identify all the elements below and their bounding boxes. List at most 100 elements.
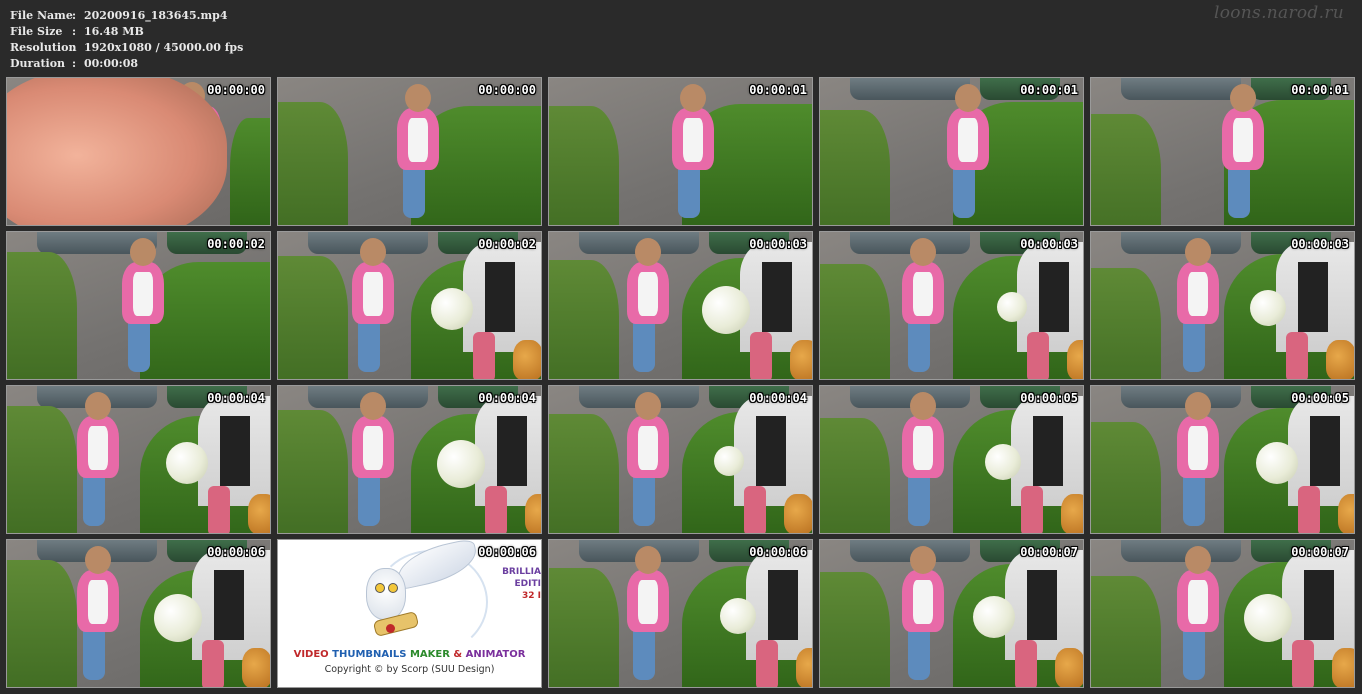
person-shirt <box>1027 570 1057 640</box>
girl-head <box>1185 392 1211 420</box>
video-frame <box>1091 78 1354 225</box>
grass-area <box>820 572 890 687</box>
white-balloon <box>1256 442 1298 484</box>
person-legs <box>1021 486 1043 533</box>
person-legs <box>202 640 224 687</box>
parked-car <box>1121 540 1241 562</box>
timestamp: 00:00:03 <box>1020 237 1078 251</box>
white-balloon <box>437 440 485 488</box>
grass-area <box>549 260 619 379</box>
thumbnail-4[interactable]: 00:00:01 <box>819 77 1084 226</box>
thumbnail-8[interactable]: 00:00:03 <box>548 231 813 380</box>
owl-eye <box>375 583 385 593</box>
thumbnail-7[interactable]: 00:00:02 <box>277 231 542 380</box>
girl-head <box>910 238 936 266</box>
thumbnail-18[interactable]: 00:00:06 <box>548 539 813 688</box>
person-legs <box>485 486 507 533</box>
grass-area <box>278 102 348 225</box>
white-balloon <box>714 446 744 476</box>
girl-head <box>635 546 661 574</box>
person-shirt <box>1298 262 1328 332</box>
girl-head <box>1185 238 1211 266</box>
file-info-panel: File Name:20200916_183645.mp4 File Size:1… <box>10 8 243 72</box>
thumbnail-grid: 00:00:00 00:00:00 00:00:01 00:00:01 00:00:01… <box>6 77 1355 688</box>
thumbnail-17[interactable]: BRILLIA EDITI 32 I VIDEO THUMBNAILS MAKER &… <box>277 539 542 688</box>
video-frame <box>278 78 541 225</box>
white-balloon <box>997 292 1027 322</box>
thumbnail-20[interactable]: 00:00:07 <box>1090 539 1355 688</box>
girl-head <box>85 546 111 574</box>
thumbnail-15[interactable]: 00:00:05 <box>1090 385 1355 534</box>
orange-bag <box>525 494 541 533</box>
thumbnail-14[interactable]: 00:00:05 <box>819 385 1084 534</box>
girl-shirt <box>958 118 978 162</box>
owl-icon <box>366 568 406 620</box>
thumbnail-5[interactable]: 00:00:01 <box>1090 77 1355 226</box>
person-shirt <box>485 262 515 332</box>
timestamp: 00:00:06 <box>207 545 265 559</box>
timestamp: 00:00:00 <box>207 83 265 97</box>
person-shirt <box>1304 570 1334 640</box>
info-value: 16.48 MB <box>84 25 144 38</box>
girl-shirt <box>913 272 933 316</box>
thumbnail-9[interactable]: 00:00:03 <box>819 231 1084 380</box>
grass-area <box>1091 576 1161 687</box>
thumbnail-10[interactable]: 00:00:03 <box>1090 231 1355 380</box>
timestamp: 00:00:07 <box>1291 545 1349 559</box>
info-row: Duration:00:00:08 <box>10 56 243 72</box>
grass-area <box>278 410 348 533</box>
orange-bag <box>513 340 541 379</box>
thumbnail-12[interactable]: 00:00:04 <box>277 385 542 534</box>
video-frame <box>278 232 541 379</box>
white-balloon <box>702 286 750 334</box>
video-frame <box>549 386 812 533</box>
person-shirt <box>1310 416 1340 486</box>
thumbnail-2[interactable]: 00:00:00 <box>277 77 542 226</box>
grass-area <box>1091 268 1161 379</box>
timestamp: 00:00:01 <box>1291 83 1349 97</box>
logo-copyright: Copyright © by Scorp (SUU Design) <box>324 664 495 675</box>
grass-area <box>7 252 77 379</box>
video-frame <box>820 78 1083 225</box>
orange-bag <box>784 494 812 533</box>
thumbnail-3[interactable]: 00:00:01 <box>548 77 813 226</box>
video-frame <box>549 78 812 225</box>
white-balloon <box>431 288 473 330</box>
thumbnail-13[interactable]: 00:00:04 <box>548 385 813 534</box>
info-sep: : <box>72 57 77 70</box>
info-key: File Size <box>10 25 63 38</box>
orange-bag <box>1055 648 1083 687</box>
video-frame <box>1091 540 1354 687</box>
person-legs <box>1015 640 1037 687</box>
white-balloon <box>985 444 1021 480</box>
thumbnail-6[interactable]: 00:00:02 <box>6 231 271 380</box>
logo-title-word: MAKER <box>409 649 450 660</box>
grass-area <box>820 110 890 225</box>
orange-bag <box>248 494 270 533</box>
timestamp: 00:00:04 <box>749 391 807 405</box>
person-legs <box>750 332 772 379</box>
thumbnail-19[interactable]: 00:00:07 <box>819 539 1084 688</box>
info-sep: : <box>72 41 77 54</box>
timestamp: 00:00:03 <box>749 237 807 251</box>
info-sep: : <box>72 25 77 38</box>
thumbnail-11[interactable]: 00:00:04 <box>6 385 271 534</box>
girl-head <box>360 238 386 266</box>
person-shirt <box>756 416 786 486</box>
person-shirt <box>762 262 792 332</box>
video-frame <box>820 386 1083 533</box>
timestamp: 00:00:02 <box>478 237 536 251</box>
video-frame <box>549 232 812 379</box>
thumbnail-1[interactable]: 00:00:00 <box>6 77 271 226</box>
person-legs <box>473 332 495 379</box>
info-key: File Name <box>10 9 73 22</box>
owl-eye <box>388 583 398 593</box>
info-value: 20200916_183645.mp4 <box>84 9 228 22</box>
person-legs <box>756 640 778 687</box>
logo-title: VIDEO THUMBNAILS MAKER & ANIMATOR <box>278 649 541 660</box>
thumbnail-16[interactable]: 00:00:06 <box>6 539 271 688</box>
girl-shirt <box>133 272 153 316</box>
person-shirt <box>497 416 527 486</box>
info-key: Resolution <box>10 41 77 54</box>
orange-bag <box>790 340 812 379</box>
